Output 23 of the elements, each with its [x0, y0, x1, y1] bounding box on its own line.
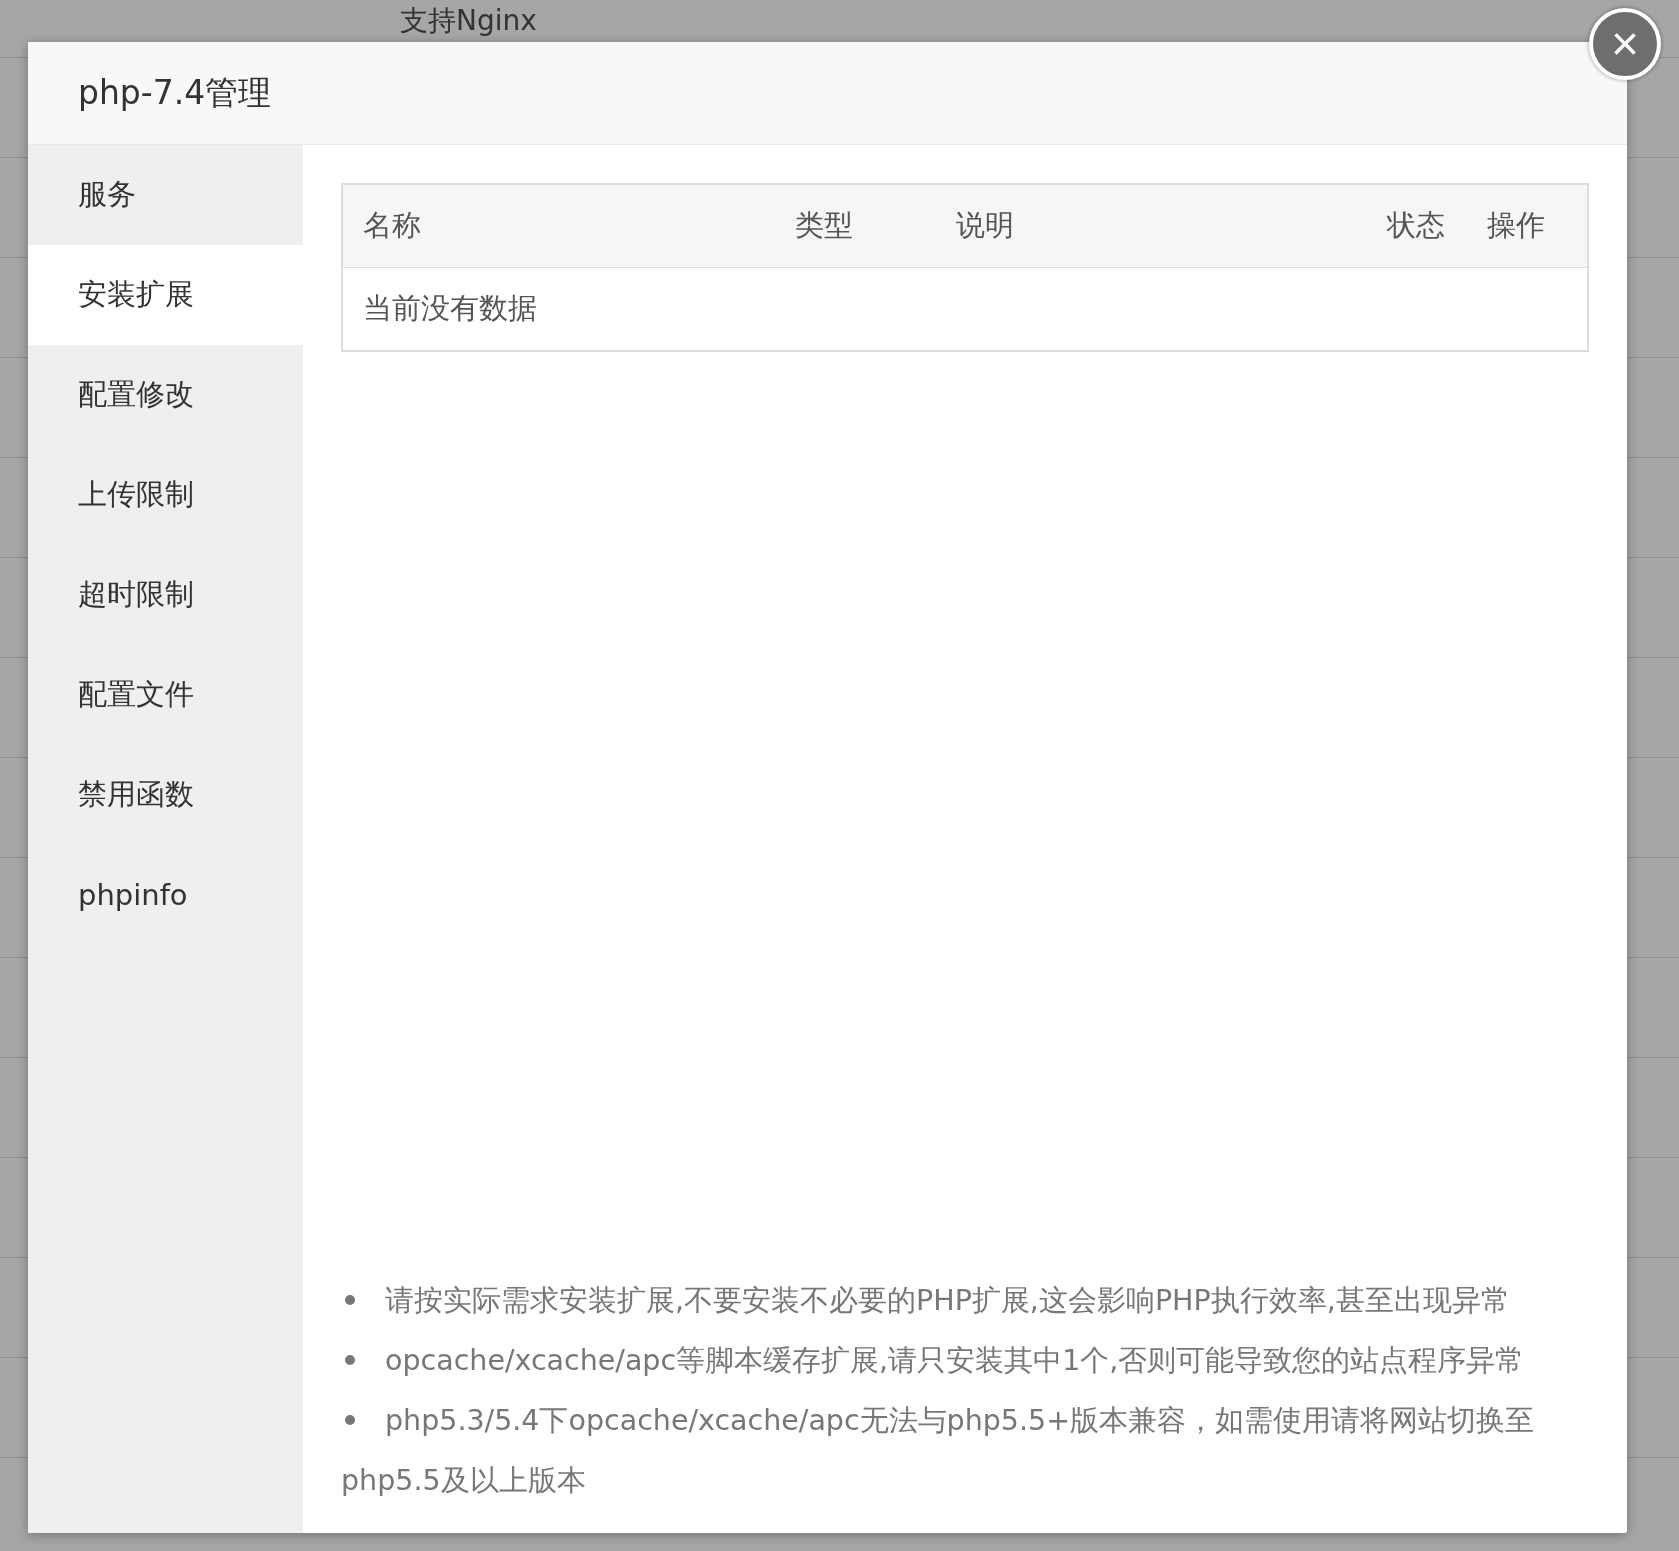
sidebar-item[interactable]: 配置文件	[28, 645, 303, 745]
note-text: 请按实际需求安装扩展,不要安装不必要的PHP扩展,这会影响PHP执行效率,甚至出现异常	[341, 1271, 1571, 1331]
column-header: 名称	[362, 207, 422, 244]
bullet-icon	[345, 1415, 355, 1425]
empty-message: 当前没有数据	[363, 290, 537, 327]
sidebar-item[interactable]: 禁用函数	[28, 745, 303, 845]
sidebar-item[interactable]: 上传限制	[28, 445, 303, 545]
bullet-icon	[345, 1355, 355, 1365]
sidebar-item[interactable]: 配置修改	[28, 345, 303, 445]
column-header: 类型	[794, 207, 854, 244]
dialog-title: php-7.4管理	[78, 71, 272, 114]
note-text: opcache/xcache/apc等脚本缓存扩展,请只安装其中1个,否则可能导致您的站点程序异常	[341, 1331, 1571, 1391]
sidebar-item[interactable]: phpinfo	[28, 845, 303, 945]
sidebar-item[interactable]: 安装扩展	[28, 245, 303, 345]
sidebar-item[interactable]: 超时限制	[28, 545, 303, 645]
column-header: 状态	[1385, 207, 1446, 244]
column-header: 操作	[1486, 207, 1546, 244]
bullet-icon	[345, 1295, 355, 1305]
column-header: 说明	[955, 207, 1015, 244]
close-button[interactable]: ×	[1589, 8, 1661, 80]
sidebar-item[interactable]: 服务	[28, 145, 303, 245]
note-text: php5.3/5.4下opcache/xcache/apc无法与php5.5+版本兼容，如需使用请将网站切换至php5.5及以上版本	[341, 1403, 1536, 1499]
background-text: 支持Nginx	[400, 3, 537, 39]
